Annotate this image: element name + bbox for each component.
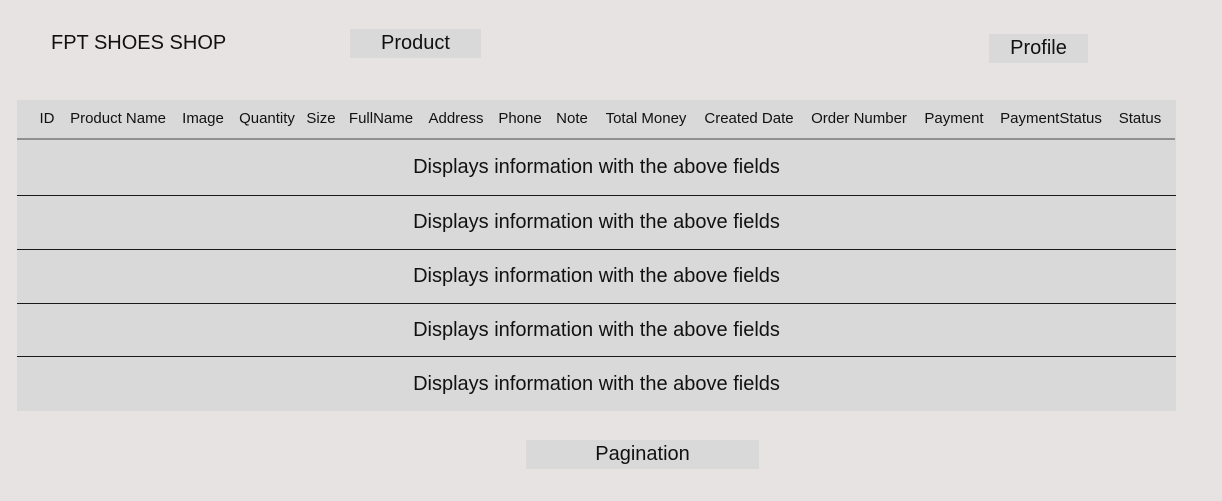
column-header-image: Image <box>182 110 224 127</box>
table-row: Displays information with the above fiel… <box>17 304 1176 357</box>
shop-logo-text: FPT SHOES SHOP <box>51 32 227 54</box>
column-header-total-money: Total Money <box>605 110 687 127</box>
column-header-phone: Phone <box>498 110 542 127</box>
column-header-size: Size <box>306 110 336 127</box>
column-header-note: Note <box>556 110 588 127</box>
profile-nav-button[interactable]: Profile <box>989 34 1088 63</box>
column-header-status: Status <box>1118 110 1162 127</box>
table-row: Displays information with the above fiel… <box>17 196 1176 250</box>
orders-table: ID Product Name Image Quantity Size Full… <box>17 100 1176 411</box>
column-header-id: ID <box>39 110 55 127</box>
column-header-address: Address <box>428 110 484 127</box>
column-header-quantity: Quantity <box>239 110 295 127</box>
table-header: ID Product Name Image Quantity Size Full… <box>17 100 1175 140</box>
column-header-payment: Payment <box>924 110 984 127</box>
column-header-fullname: FullName <box>348 110 414 127</box>
column-header-created-date: Created Date <box>704 110 794 127</box>
product-nav-button[interactable]: Product <box>350 29 481 58</box>
table-row: Displays information with the above fiel… <box>413 372 780 395</box>
table-row: Displays information with the above fiel… <box>17 250 1176 304</box>
pagination-button[interactable]: Pagination <box>526 440 759 469</box>
table-row: Displays information with the above fiel… <box>17 140 1176 196</box>
column-header-product-name: Product Name <box>70 110 166 127</box>
column-header-order-number: Order Number <box>811 110 907 127</box>
column-header-payment-status: PaymentStatus <box>1000 110 1102 127</box>
